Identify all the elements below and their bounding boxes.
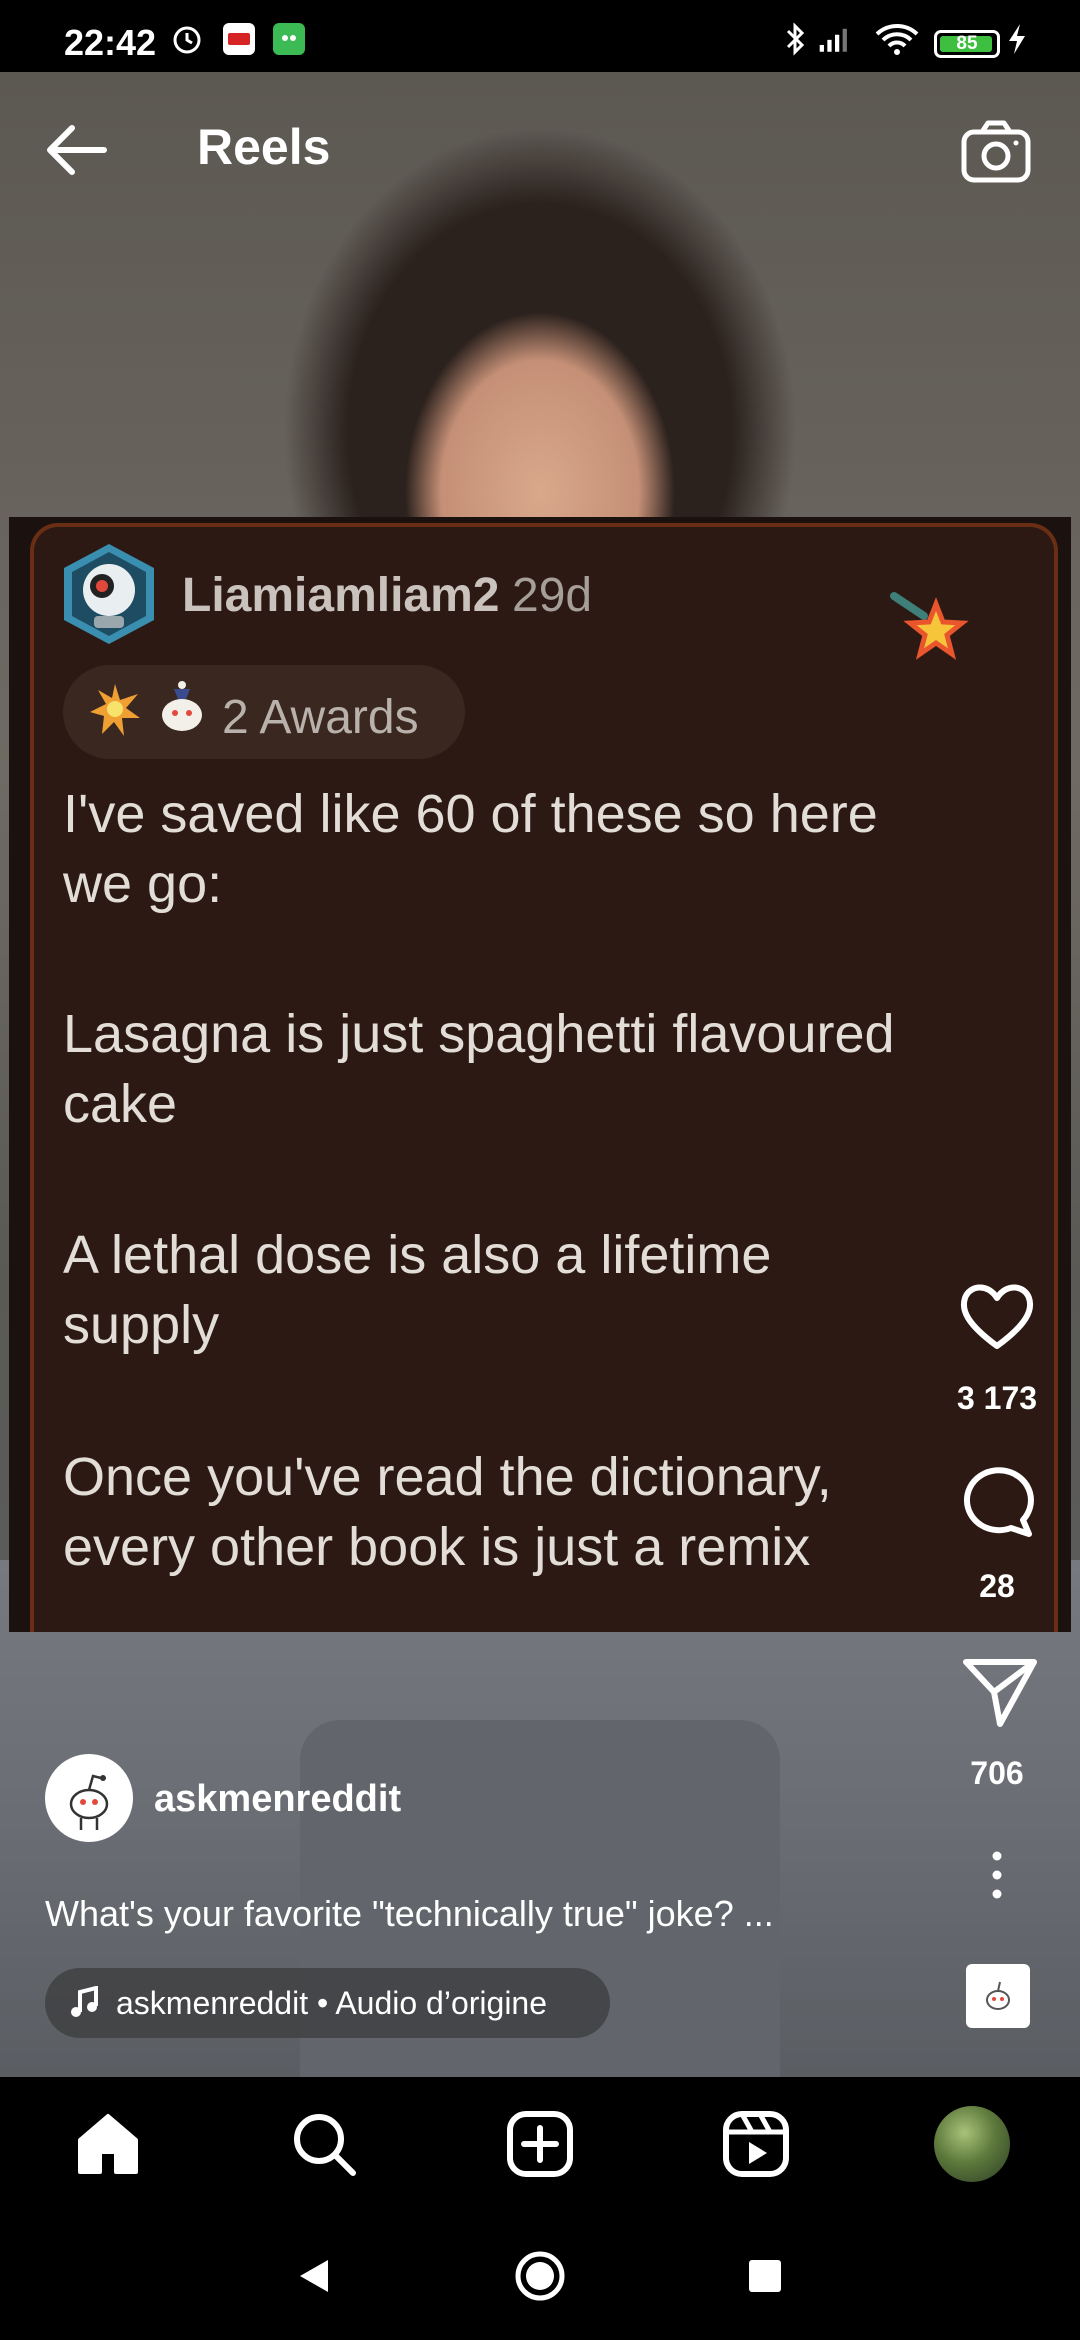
- charging-icon: [1004, 22, 1030, 56]
- post-age: 29d: [512, 569, 593, 622]
- signal-icon: [818, 22, 852, 56]
- bluetooth-icon: [778, 22, 812, 56]
- share-count: 706: [970, 1755, 1024, 1791]
- post-text-line: I've saved like 60 of these so here: [63, 784, 878, 844]
- reels-icon[interactable]: [722, 2110, 790, 2178]
- post-text-line: every other book is just a remix: [63, 1517, 811, 1577]
- battery-percent: 85: [956, 33, 978, 54]
- robot-avatar: [58, 540, 160, 648]
- like-count: 3 173: [956, 1380, 1038, 1416]
- post-text-line: cake: [63, 1074, 178, 1134]
- home-icon[interactable]: [74, 2110, 142, 2178]
- post-text-line: we go:: [63, 854, 223, 914]
- audio-label: askmenreddit • Audio d’origine: [116, 1985, 548, 2021]
- battery-icon: 85: [934, 30, 1000, 58]
- wifi-icon: [874, 22, 920, 56]
- award-star-icon: [890, 590, 970, 666]
- page-title: Reels: [197, 119, 331, 175]
- recents-square-icon[interactable]: [747, 2258, 783, 2294]
- author-avatar[interactable]: [45, 1754, 133, 1842]
- app-notification-icon: [222, 22, 256, 56]
- alarm-icon: [170, 22, 204, 56]
- create-icon[interactable]: [506, 2110, 574, 2178]
- share-send-icon[interactable]: [960, 1652, 1040, 1732]
- post-text-line: Lasagna is just spaghetti flavoured: [63, 1004, 895, 1064]
- back-arrow-icon[interactable]: [40, 120, 112, 180]
- awards-label: 2 Awards: [222, 691, 419, 744]
- post-username: Liamiamliam2: [182, 569, 500, 622]
- status-time: 22:42: [64, 22, 157, 63]
- back-triangle-icon[interactable]: [296, 2256, 332, 2296]
- more-options-icon[interactable]: [982, 1850, 1012, 1900]
- author-name[interactable]: askmenreddit: [154, 1778, 401, 1821]
- reel-caption[interactable]: What's your favorite "technically true" …: [45, 1893, 774, 1935]
- comment-icon[interactable]: [957, 1462, 1037, 1542]
- post-text-line: A lethal dose is also a lifetime: [63, 1225, 772, 1285]
- camera-icon[interactable]: [960, 118, 1032, 184]
- comment-count: 28: [979, 1568, 1015, 1604]
- music-note-icon: [68, 1985, 100, 2020]
- app-notification-icon-2: [272, 22, 306, 56]
- search-icon[interactable]: [290, 2110, 358, 2178]
- post-text-line: supply: [63, 1295, 220, 1355]
- post-text-line: Once you've read the dictionary,: [63, 1447, 832, 1507]
- audio-thumbnail[interactable]: [966, 1964, 1030, 2028]
- home-circle-icon[interactable]: [514, 2250, 566, 2302]
- profile-avatar[interactable]: [934, 2106, 1010, 2182]
- award-snoo-icon: [152, 675, 212, 739]
- award-burst-icon: [86, 680, 144, 738]
- like-heart-icon[interactable]: [957, 1276, 1037, 1356]
